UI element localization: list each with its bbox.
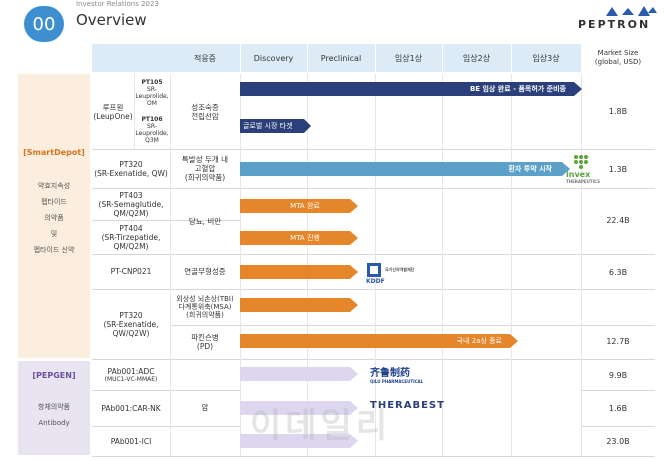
indication-cancer: 암 xyxy=(201,403,209,412)
pipeline-bar-adc xyxy=(240,367,350,381)
pipeline-bar-parkinsons: 국내 2a상 종료 xyxy=(240,334,510,348)
column-header-preclinical: Preclinical xyxy=(307,44,375,72)
pipeline-bar-pt403: MTA 완료 xyxy=(240,199,350,213)
indication-obesity: 당뇨, 비만 xyxy=(188,216,222,226)
product-name-pt320-neuro: PT320 (SR-Exenatide, QW/Q2W) xyxy=(103,310,159,338)
arrow-head xyxy=(350,367,358,381)
platform-desc-line: 약효지속성 xyxy=(37,182,71,190)
pipeline-bar-pt320-iih: 환자 투약 시작 xyxy=(240,162,562,176)
market-size-obesity: 22.4B xyxy=(606,216,630,225)
indication-tbi-msa: 외상성 뇌손상(TBI) 다계통위축(MSA) (희귀의약품) xyxy=(176,295,234,319)
column-header-discovery: Discovery xyxy=(240,44,307,72)
section-number-badge: 00 xyxy=(24,6,64,42)
product-name-cnp021: PT-CNP021 xyxy=(110,267,152,276)
pipeline-bar-leupone-global: 글로벌 시장 타겟 xyxy=(240,119,304,133)
header-divider xyxy=(511,44,512,72)
row-divider xyxy=(581,426,655,427)
row-divider xyxy=(581,390,655,391)
pipeline-bar-cnp021 xyxy=(240,265,350,279)
product-name-pab001-ici: PAb001-ICI xyxy=(110,436,152,446)
platform-desc-line: 의약품 xyxy=(44,214,64,222)
row-divider xyxy=(170,325,655,326)
market-size-leupone: 1.8B xyxy=(608,107,628,116)
market-size-ici: 23.0B xyxy=(606,437,630,446)
product-name-pt404: PT404 (SR-Tirzepatide, QM/Q2M) xyxy=(101,223,161,251)
market-size-unit: (global, USD) xyxy=(594,58,642,66)
column-header-phase1: 임상1상 xyxy=(375,44,442,72)
market-size-adc: 9.9B xyxy=(608,371,628,380)
platform-panel-smartdepot: [SmartDepot] 약효지속성 펩타이드 의약품 및 펩타이드 신약 xyxy=(18,74,90,358)
col-divider xyxy=(442,74,443,456)
market-size-carnk: 1.6B xyxy=(608,404,628,413)
market-size-cnp021: 6.3B xyxy=(608,268,628,277)
arrow-head xyxy=(574,82,582,96)
product-name-pt320-iih: PT320 (SR-Exenatide, QW) xyxy=(94,159,168,178)
header-blank-cell xyxy=(92,44,170,72)
col-divider xyxy=(511,74,512,456)
platform-title: [SmartDepot] xyxy=(23,148,85,157)
header-divider xyxy=(442,44,443,72)
market-size-parkinsons: 12.7B xyxy=(606,337,630,346)
platform-panel-pepgen: [PEPGEN] 항체의약품 Antibody xyxy=(18,361,90,455)
product-code-pt106: PT106 SR- Leuprolide, Q3M xyxy=(135,116,169,144)
column-header-market-size: Market Size (global, USD) xyxy=(581,44,655,72)
platform-title: [PEPGEN] xyxy=(32,371,76,380)
market-size-label: Market Size xyxy=(597,49,639,57)
indication-iih: 특발성 두개 내 고혈압 (희귀의약품) xyxy=(181,155,229,182)
company-logo: PEPTRON xyxy=(578,18,651,31)
product-name-pab001-adc: PAb001:ADC (MUC1-VC-MMAE) xyxy=(104,366,158,383)
pipeline-bar-tbi-msa xyxy=(240,298,350,312)
column-header-phase2: 임상2상 xyxy=(442,44,511,72)
product-name-pt403: PT403 (SR-Semaglutide, QM/Q2M) xyxy=(98,190,164,218)
logo-mark-icon xyxy=(606,6,657,16)
col-divider xyxy=(581,74,582,456)
product-name-pab001-carnk: PAb001:CAR-NK xyxy=(101,403,161,413)
kddf-mark-icon xyxy=(367,263,381,277)
partner-logo-kddf: 국가신약개발재단 KDDF xyxy=(366,262,414,285)
header-divider xyxy=(307,44,308,72)
pipeline-bar-leupone-be: BE 임상 완료 - 품목허가 준비중 xyxy=(240,82,574,96)
arrow-head xyxy=(510,334,518,348)
indication-achondroplasia: 연골무형성증 xyxy=(184,267,226,276)
header-divider xyxy=(240,44,241,72)
platform-desc-line: 펩타이드 신약 xyxy=(33,246,75,254)
market-size-pt320-iih: 1.3B xyxy=(608,165,628,174)
arrow-head xyxy=(350,298,358,312)
platform-desc-line: Antibody xyxy=(38,419,70,427)
arrow-head xyxy=(304,119,311,133)
platform-desc-line: 항체의약품 xyxy=(37,403,71,411)
watermark: 이데일리 xyxy=(250,406,392,446)
platform-desc-line: 및 xyxy=(50,230,58,238)
top-label: Investor Relations 2023 xyxy=(76,0,159,8)
product-code-pt105: PT105 SR- Leuprolide, OM xyxy=(135,78,169,107)
arrow-head xyxy=(350,231,358,245)
row-divider xyxy=(92,456,655,457)
product-name-leupone: 루프원 (LeupOne) xyxy=(93,102,133,121)
arrow-head xyxy=(350,199,358,213)
header-divider xyxy=(375,44,376,72)
column-header-phase3: 임상3상 xyxy=(511,44,581,72)
partner-logo-qilu: 齐鲁制药 QILU PHARMACEUTICAL xyxy=(370,368,424,384)
indication-parkinsons: 파킨슨병 (PD) xyxy=(191,333,219,351)
platform-desc-line: 펩타이드 xyxy=(41,198,67,206)
pipeline-bar-pt404: MTA 진행 xyxy=(240,231,350,245)
indication-leupone: 성조숙증 전립선암 xyxy=(191,102,219,121)
column-header-indication: 적응증 xyxy=(170,44,240,72)
arrow-head xyxy=(350,265,358,279)
page-title: Overview xyxy=(76,11,147,29)
